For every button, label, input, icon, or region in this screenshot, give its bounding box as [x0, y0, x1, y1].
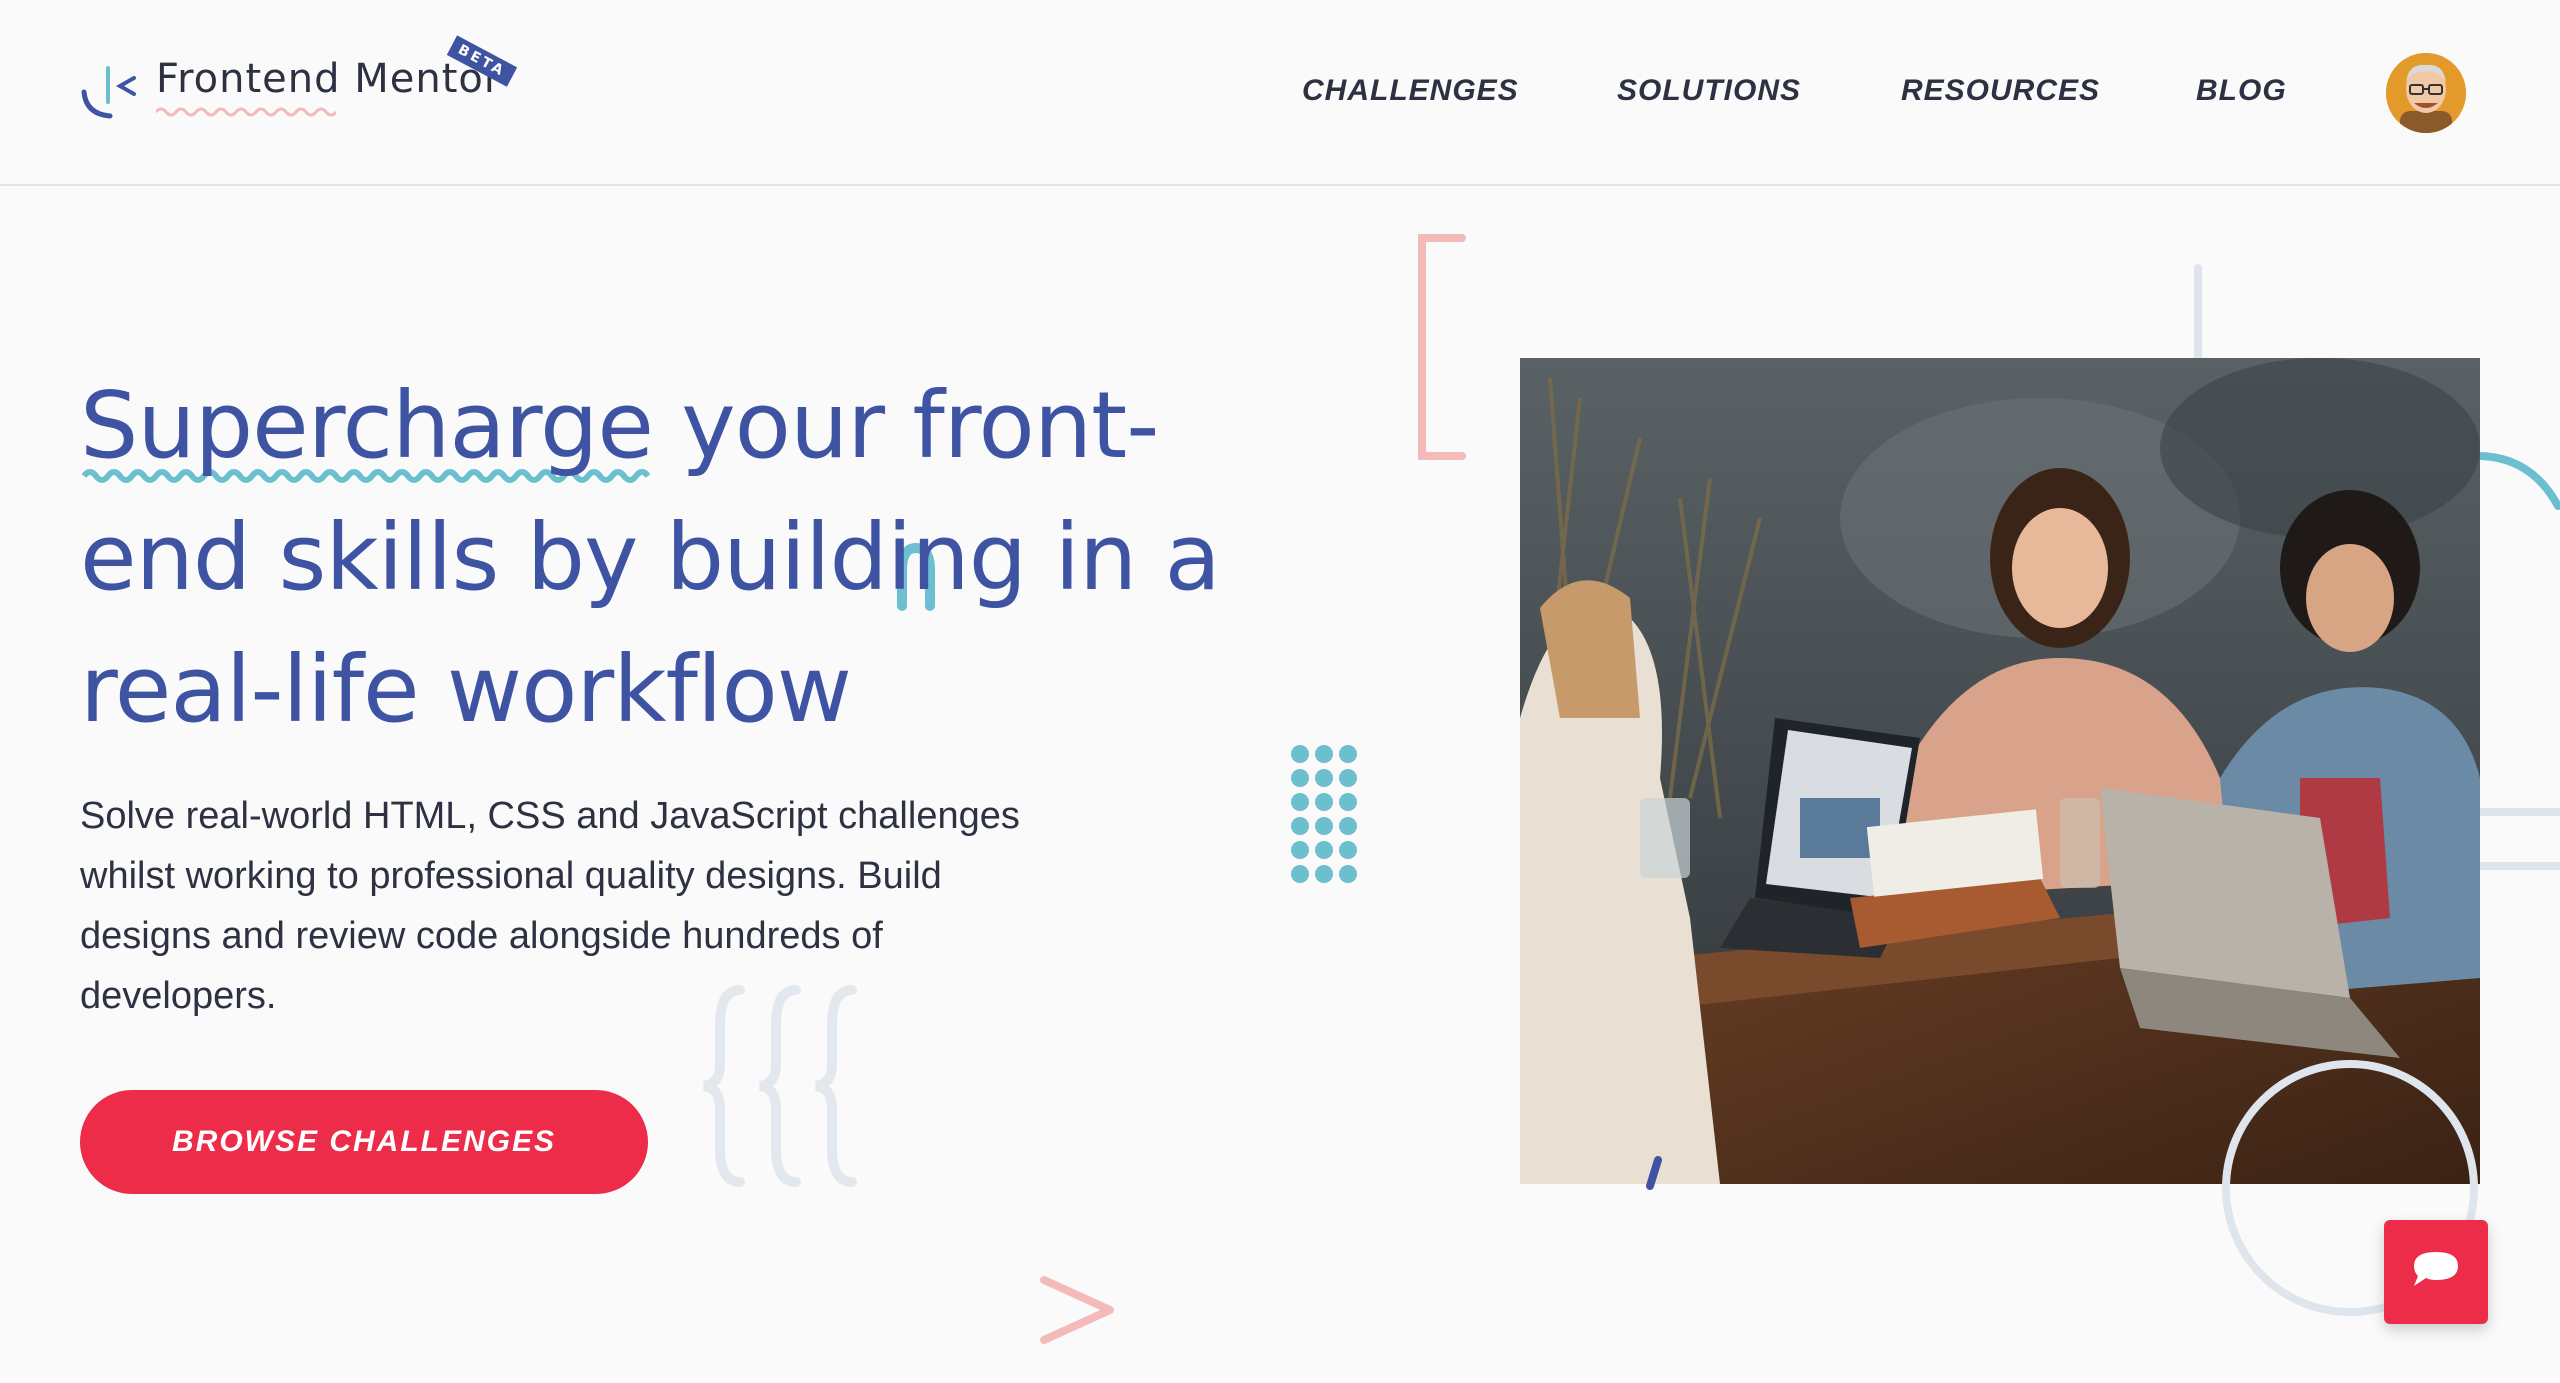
- nav-blog[interactable]: BLOG: [2196, 74, 2287, 108]
- nav-challenges[interactable]: CHALLENGES: [1302, 74, 1519, 108]
- accent-tick-decoration: [1646, 1156, 1662, 1190]
- chat-bubble-icon: [2414, 1252, 2458, 1286]
- hero-title: Supercharge your front-end skills by bui…: [80, 372, 1221, 743]
- nav-resources[interactable]: RESOURCES: [1901, 74, 2100, 108]
- lines-decoration: [2476, 808, 2560, 870]
- avatar-illustration: [2386, 53, 2466, 133]
- brand-underline-squiggle: [156, 107, 336, 117]
- hero-description: Solve real-world HTML, CSS and JavaScrip…: [80, 795, 1020, 1017]
- browse-challenges-button[interactable]: BROWSE CHALLENGES: [80, 1090, 648, 1194]
- bracket-decoration: [1418, 234, 1466, 460]
- chat-widget-button[interactable]: [2384, 1220, 2488, 1324]
- user-avatar[interactable]: [2386, 53, 2466, 133]
- frontend-mentor-logo-icon: [81, 66, 136, 119]
- brand-logo-link[interactable]: Frontend Mentor BETA: [80, 35, 520, 140]
- arc-decoration: [2470, 451, 2560, 510]
- dot-grid-decoration: [1291, 745, 1357, 883]
- brand-name: Frontend Mentor: [156, 56, 502, 102]
- chevron-right-decoration: [1040, 1276, 1114, 1344]
- site-header: Frontend Mentor BETA CHALLENGES SOLUTION…: [0, 0, 2560, 186]
- nav-solutions[interactable]: SOLUTIONS: [1617, 74, 1801, 108]
